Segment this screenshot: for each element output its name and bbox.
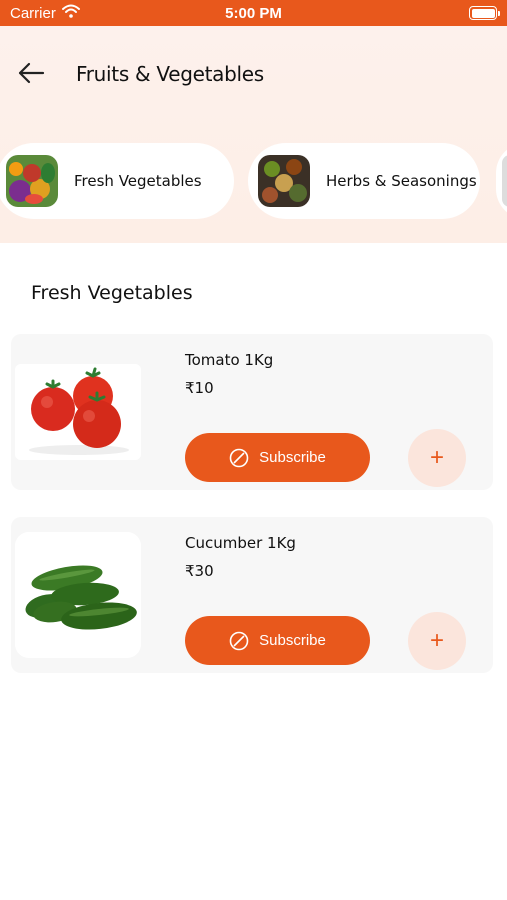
category-chip-fresh-vegetables[interactable]: Fresh Vegetables [0, 143, 234, 219]
add-to-cart-button[interactable]: + [408, 612, 466, 670]
add-to-cart-button[interactable]: + [408, 429, 466, 487]
category-label: Fresh Vegetables [74, 172, 202, 190]
product-name: Tomato 1Kg [185, 351, 274, 369]
wifi-icon [61, 4, 80, 22]
subscribe-label: Subscribe [259, 632, 326, 649]
back-button[interactable] [16, 60, 46, 86]
subscribe-button[interactable]: Subscribe [185, 433, 370, 482]
product-name: Cucumber 1Kg [185, 534, 296, 552]
page-title: Fruits & Vegetables [76, 62, 264, 86]
product-price: ₹30 [185, 562, 214, 580]
back-arrow-icon [18, 62, 45, 84]
product-card-tomato[interactable]: Tomato 1Kg ₹10 Subscribe + [11, 334, 493, 490]
subscribe-icon [229, 448, 249, 467]
plus-icon: + [429, 444, 444, 471]
section-title: Fresh Vegetables [31, 282, 193, 304]
category-row[interactable]: Fresh Vegetables Herbs & Seasonings [0, 143, 507, 219]
battery-icon [469, 6, 500, 20]
status-bar: Carrier 5:00 PM [0, 0, 507, 26]
carrier-label: Carrier [10, 4, 56, 22]
subscribe-icon [229, 631, 249, 650]
plus-icon: + [429, 627, 444, 654]
category-label: Herbs & Seasonings [326, 172, 477, 190]
product-price: ₹10 [185, 379, 214, 397]
category-chip-herbs-seasonings[interactable]: Herbs & Seasonings [248, 143, 480, 219]
cucumber-image [15, 532, 141, 658]
category-chip-partial[interactable] [496, 143, 507, 219]
subscribe-label: Subscribe [259, 449, 326, 466]
status-left: Carrier [10, 4, 80, 22]
product-card-cucumber[interactable]: Cucumber 1Kg ₹30 Subscribe + [11, 517, 493, 673]
category-image-partial [502, 155, 507, 207]
tomato-image [15, 364, 141, 460]
herbs-image [258, 155, 310, 207]
header-area: Fruits & Vegetables Fresh Vegetables Her… [0, 26, 507, 243]
subscribe-button[interactable]: Subscribe [185, 616, 370, 665]
vegetables-image [6, 155, 58, 207]
